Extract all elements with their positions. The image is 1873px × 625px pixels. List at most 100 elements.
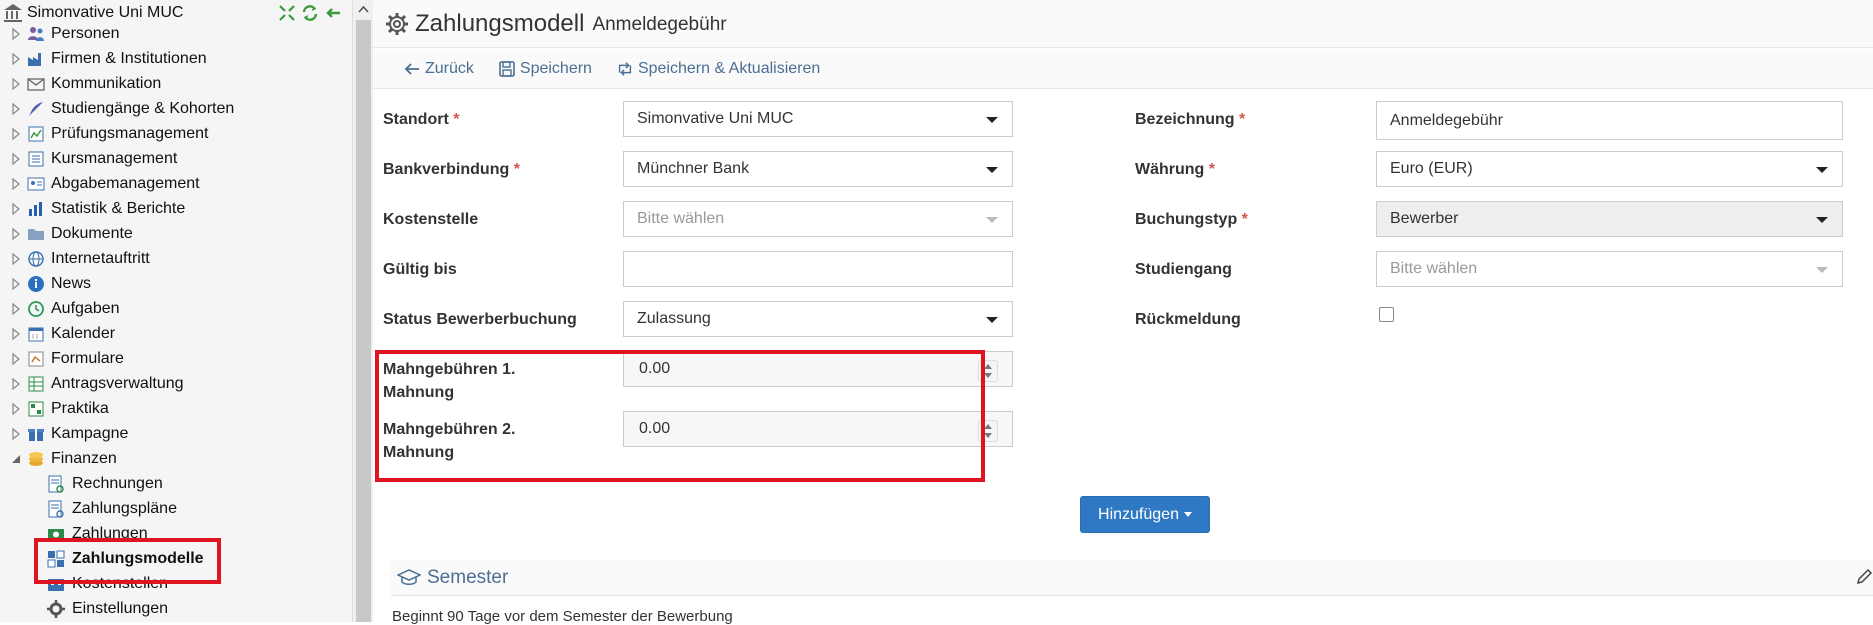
scroll-up-icon[interactable] [358,4,369,15]
waehrung-select[interactable]: Euro (EUR) [1376,151,1843,187]
sidebar-item-kostenstellen[interactable]: Kostenstellen [46,571,352,596]
tree-toolbar [277,3,343,23]
buchungstyp-label: Buchungstyp * [1135,208,1248,231]
kostenstelle-label: Kostenstelle [383,211,479,228]
status-bewerberbuchung-label: Status Bewerberbuchung [383,311,577,328]
mahngebuehren-1-label: Mahngebühren 1. Mahnung [383,358,515,404]
sidebar-item-personen[interactable]: Personen [0,21,320,46]
quill-icon [26,99,46,119]
sidebar-item-label: Aufgaben [51,299,120,317]
spin-up-icon[interactable] [984,424,992,429]
kostenstelle-placeholder: Bitte wählen [637,210,725,227]
mahngebuehren-1-input[interactable]: 0.00 [623,351,1013,387]
required-marker: * [1241,211,1248,228]
caret-down-icon [1183,512,1192,517]
back-button[interactable]: Zurück [403,60,474,78]
sidebar-item-antragsverwaltung[interactable]: Antragsverwaltung [0,371,320,396]
sidebar-item-prufungsmanagement[interactable]: Prüfungsmanagement [0,121,320,146]
sidebar-item-zahlungsmodelle[interactable]: Zahlungsmodelle [46,546,352,571]
tree-collapsed-icon[interactable] [9,252,23,266]
number-spinner[interactable] [978,420,998,442]
sidebar-item-kommunikation[interactable]: Kommunikation [0,71,320,96]
bankverbindung-select[interactable]: Münchner Bank [623,151,1013,187]
spin-down-icon[interactable] [984,433,992,438]
invoice-icon [46,474,66,494]
waehrung-value: Euro (EUR) [1390,160,1473,177]
tree-collapsed-icon[interactable] [9,302,23,316]
gueltig-bis-input[interactable] [623,251,1013,287]
envelope-icon [26,74,46,94]
tree-collapsed-icon[interactable] [9,327,23,341]
save-and-refresh-button[interactable]: Speichern & Aktualisieren [616,60,820,78]
sidebar-item-zahlungsplane[interactable]: Zahlungspläne [46,496,352,521]
payment-plan-icon [46,499,66,519]
spin-down-icon[interactable] [984,373,992,378]
bezeichnung-input[interactable]: Anmeldegebühr [1376,101,1843,140]
tree-collapsed-icon[interactable] [9,152,23,166]
sidebar-item-kursmanagement[interactable]: Kursmanagement [0,146,320,171]
caret-down-icon [1816,217,1828,223]
save-button[interactable]: Speichern [498,60,592,78]
tree-collapsed-icon[interactable] [9,102,23,116]
tree-collapsed-icon[interactable] [9,377,23,391]
sidebar-item-firmen-institutionen[interactable]: Firmen & Institutionen [0,46,320,71]
collapse-arrow-icon[interactable] [323,3,343,23]
sidebar-item-kampagne[interactable]: Kampagne [0,421,320,446]
tree-collapsed-icon[interactable] [9,402,23,416]
rueckmeldung-checkbox[interactable] [1379,307,1394,322]
add-button[interactable]: Hinzufügen [1080,496,1210,533]
tree-collapsed-icon[interactable] [9,77,23,91]
buchungstyp-select[interactable]: Bewerber [1376,201,1843,237]
refresh-icon[interactable] [300,3,320,23]
sidebar-item-news[interactable]: News [0,271,320,296]
required-marker: * [1239,111,1246,128]
studiengang-select[interactable]: Bitte wählen [1376,251,1843,287]
sidebar-item-zahlungen[interactable]: Zahlungen [46,521,352,546]
page-header: Zahlungsmodell Anmeldegebühr [373,0,1873,48]
sidebar-item-dokumente[interactable]: Dokumente [0,221,320,246]
mahngebuehren-2-input[interactable]: 0.00 [623,411,1013,447]
page-title: Zahlungsmodell [415,9,585,37]
sidebar-item-internetauftritt[interactable]: Internetauftritt [0,246,320,271]
expand-all-icon[interactable] [277,3,297,23]
spin-up-icon[interactable] [984,364,992,369]
sidebar-item-einstellungen[interactable]: Einstellungen [46,596,352,621]
payment-model-icon [46,549,66,569]
tree-collapsed-icon[interactable] [9,427,23,441]
tree-collapsed-icon[interactable] [9,227,23,241]
tree-expanded-icon[interactable] [9,452,23,466]
sidebar-item-finanzen[interactable]: Finanzen [0,446,320,471]
table-icon [26,374,46,394]
tree-collapsed-icon[interactable] [9,127,23,141]
sidebar-item-formulare[interactable]: Formulare [0,346,320,371]
tree-collapsed-icon[interactable] [9,177,23,191]
sidebar-item-label: Antragsverwaltung [51,374,184,392]
standort-select[interactable]: Simonvative Uni MUC [623,101,1013,137]
kostenstelle-select[interactable]: Bitte wählen [623,201,1013,237]
standort-label: Standort * [383,108,459,131]
status-bewerberbuchung-select[interactable]: Zulassung [623,301,1013,337]
sidebar-item-label: Rechnungen [72,474,163,492]
page-subtitle: Anmeldegebühr [592,14,727,35]
sidebar-item-rechnungen[interactable]: Rechnungen [46,471,352,496]
number-spinner[interactable] [978,360,998,382]
sidebar-item-kalender[interactable]: Kalender [0,321,320,346]
sidebar-item-aufgaben[interactable]: Aufgaben [0,296,320,321]
retweet-icon [618,61,632,76]
scrollbar-thumb[interactable] [356,20,371,622]
buchungstyp-value: Bewerber [1390,210,1459,227]
tree-collapsed-icon[interactable] [9,277,23,291]
factory-icon [26,49,46,69]
sidebar-item-abgabemanagement[interactable]: Abgabemanagement [0,171,320,196]
sidebar-item-statistik-berichte[interactable]: Statistik & Berichte [0,196,320,221]
sidebar-item-praktika[interactable]: Praktika [0,396,320,421]
sidebar-scrollbar[interactable] [352,0,373,622]
tree-collapsed-icon[interactable] [9,202,23,216]
tree-collapsed-icon[interactable] [9,352,23,366]
pencil-icon[interactable] [1855,568,1873,586]
sidebar-item-studiengange-kohorten[interactable]: Studiengänge & Kohorten [0,96,320,121]
tree-collapsed-icon[interactable] [9,52,23,66]
required-marker: * [1208,161,1216,178]
calendar-icon [26,324,46,344]
tree-collapsed-icon[interactable] [9,27,23,41]
